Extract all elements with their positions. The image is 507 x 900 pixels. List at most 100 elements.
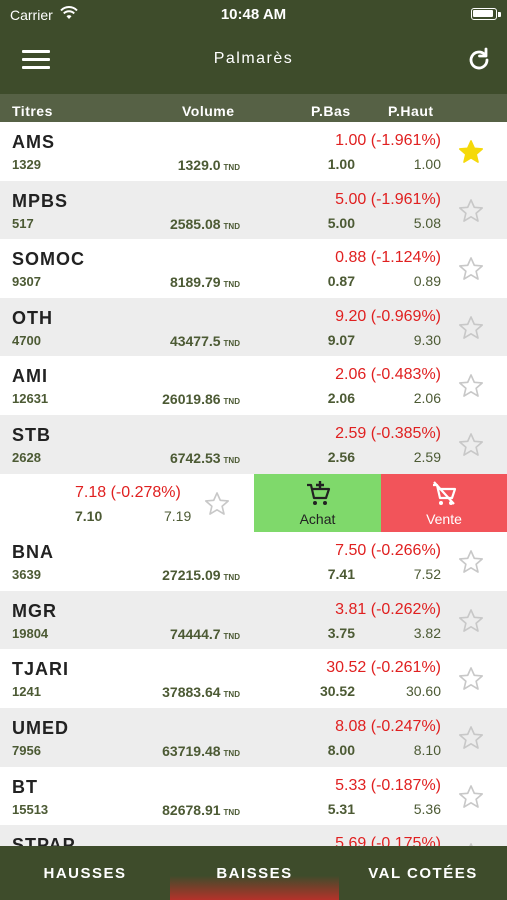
- star-icon[interactable]: [457, 197, 485, 225]
- stock-symbol: UMED: [12, 717, 69, 738]
- swiped-change: 7.18 (-0.278%): [75, 483, 181, 501]
- stock-high: 5.36: [413, 800, 441, 817]
- stock-quantity: 12631: [12, 391, 49, 407]
- vente-label: Vente: [426, 510, 462, 527]
- stock-quantity: 2628: [12, 449, 41, 465]
- stock-change: 5.00 (-1.961%): [335, 190, 441, 208]
- tab-hausses-label: HAUSSES: [43, 865, 127, 882]
- stock-low: 30.52: [319, 683, 355, 700]
- stock-row[interactable]: STPAP 5.69 (-0.175%): [0, 825, 507, 846]
- stock-volume-value: 2585.08: [169, 215, 221, 232]
- tab-val-cotees-label: VAL COTÉES: [368, 865, 478, 882]
- star-icon[interactable]: [457, 314, 485, 342]
- swiped-high: 7.19: [164, 507, 192, 524]
- stock-volume: 37883.64 TND: [162, 684, 240, 700]
- stock-low: 5.31: [327, 800, 355, 817]
- stock-volume-value: 74444.7: [169, 625, 221, 642]
- stock-row[interactable]: STB 2628 6742.53 TND 2.59 (-0.385%) 2.56 2.59: [0, 414, 507, 474]
- stock-change: 0.88 (-1.124%): [335, 249, 441, 267]
- stock-volume-value: 43477.5: [169, 332, 221, 349]
- stock-row[interactable]: UMED 7956 63719.48 TND 8.08 (-0.247%) 8.00 8.1…: [0, 707, 507, 767]
- stock-high: 5.08: [413, 214, 441, 231]
- star-icon[interactable]: [457, 665, 485, 693]
- stock-volume-value: 26019.86: [162, 391, 221, 408]
- stock-row[interactable]: TJARI 1241 37883.64 TND 30.52 (-0.261%) 30.52…: [0, 649, 507, 708]
- refresh-icon[interactable]: [465, 46, 493, 74]
- stock-low: 5.00: [327, 214, 355, 231]
- stock-high: 2.59: [413, 448, 441, 465]
- stock-quantity: 3639: [12, 567, 41, 583]
- stock-volume-value: 63719.48: [162, 742, 221, 759]
- stock-row[interactable]: OTH 4700 43477.5 TND 9.20 (-0.969%) 9.07 9.30: [0, 297, 507, 357]
- stock-volume-value: 6742.53: [169, 449, 221, 466]
- swiped-row[interactable]: 7.18 (-0.278%) 7.10 7.19 Achat Vente: [0, 473, 507, 533]
- star-icon[interactable]: [457, 548, 485, 576]
- currency-label: TND: [223, 163, 240, 172]
- stock-symbol: MPBS: [12, 190, 69, 211]
- col-volume[interactable]: Volume: [182, 103, 235, 119]
- stock-quantity: 19804: [12, 625, 49, 641]
- cart-remove-icon: [433, 480, 457, 505]
- stock-row[interactable]: AMS 1329 1329.0 TND 1.00 (-1.961%) 1.00 1.00: [0, 122, 507, 181]
- star-icon[interactable]: [457, 783, 485, 811]
- stock-volume: 6742.53 TND: [170, 450, 240, 466]
- star-icon[interactable]: [203, 490, 231, 518]
- col-p-bas[interactable]: P.Bas: [311, 103, 351, 119]
- stock-row[interactable]: MPBS 517 2585.08 TND 5.00 (-1.961%) 5.00 5.08: [0, 180, 507, 240]
- stock-high: 7.52: [413, 566, 441, 583]
- tab-baisses[interactable]: BAISSES: [170, 846, 339, 900]
- stock-row[interactable]: BNA 3639 27215.09 TND 7.50 (-0.266%) 7.41 7.52: [0, 532, 507, 591]
- stock-volume: 43477.5 TND: [170, 333, 240, 349]
- stock-row[interactable]: SOMOC 9307 8189.79 TND 0.88 (-1.124%) 0.87 0.8…: [0, 239, 507, 298]
- stock-symbol: AMS: [12, 132, 55, 152]
- stock-change: 2.59 (-0.385%): [335, 424, 441, 442]
- col-titres[interactable]: Titres: [12, 103, 53, 119]
- stock-volume-value: 27215.09: [162, 567, 221, 584]
- star-icon[interactable]: [457, 431, 485, 459]
- stock-volume-value: 82678.91: [162, 801, 221, 818]
- stock-quantity: 4700: [12, 332, 41, 348]
- stock-high: 2.06: [413, 390, 441, 407]
- stock-high: 0.89: [413, 273, 441, 290]
- stock-row[interactable]: MGR 19804 74444.7 TND 3.81 (-0.262%) 3.75 3.82: [0, 590, 507, 650]
- stock-quantity: 7956: [12, 742, 41, 758]
- stock-change: 3.81 (-0.262%): [335, 600, 441, 618]
- stock-list[interactable]: AMS 1329 1329.0 TND 1.00 (-1.961%) 1.00 1.00 MP…: [0, 122, 507, 846]
- currency-label: TND: [223, 748, 240, 758]
- star-icon[interactable]: [457, 607, 485, 635]
- achat-button[interactable]: Achat: [254, 473, 381, 533]
- vente-button[interactable]: Vente: [381, 473, 507, 533]
- clock: 10:48 AM: [220, 6, 287, 23]
- stock-symbol: TJARI: [12, 659, 70, 680]
- stock-volume: 8189.79 TND: [170, 274, 240, 290]
- stock-low: 9.07: [327, 331, 355, 348]
- currency-label: TND: [223, 690, 240, 700]
- star-icon[interactable]: [457, 372, 485, 400]
- stock-volume: 82678.91 TND: [162, 802, 240, 818]
- tab-val-cotees[interactable]: VAL COTÉES: [339, 846, 507, 900]
- stock-volume-value: 8189.79: [169, 274, 221, 291]
- currency-label: TND: [223, 338, 240, 348]
- stock-symbol: SOMOC: [12, 249, 86, 270]
- col-p-haut[interactable]: P.Haut: [388, 103, 434, 119]
- stock-low: 1.00: [327, 156, 355, 172]
- page-title: Palmarès: [213, 50, 294, 67]
- star-icon[interactable]: [457, 724, 485, 752]
- star-icon[interactable]: [457, 138, 485, 166]
- stock-volume: 1329.0 TND: [178, 157, 240, 173]
- stock-quantity: 1241: [12, 684, 41, 700]
- stock-volume: 26019.86 TND: [162, 391, 240, 407]
- status-bar: Carrier 10:48 AM: [0, 0, 507, 30]
- stock-volume-value: 37883.64: [162, 684, 221, 701]
- stock-row[interactable]: AMI 12631 26019.86 TND 2.06 (-0.483%) 2.06 2.0…: [0, 356, 507, 415]
- stock-low: 7.41: [327, 566, 355, 583]
- stock-row[interactable]: BT 15513 82678.91 TND 5.33 (-0.187%) 5.31 5.36: [0, 767, 507, 826]
- stock-high: 8.10: [413, 741, 441, 758]
- star-icon[interactable]: [457, 255, 485, 283]
- nav-bar: Palmarès: [0, 30, 507, 94]
- stock-symbol: BT: [12, 776, 38, 797]
- stock-low: 3.75: [327, 624, 355, 641]
- stock-symbol: AMI: [12, 366, 48, 387]
- stock-symbol: BNA: [12, 542, 54, 563]
- tab-hausses[interactable]: HAUSSES: [0, 846, 170, 900]
